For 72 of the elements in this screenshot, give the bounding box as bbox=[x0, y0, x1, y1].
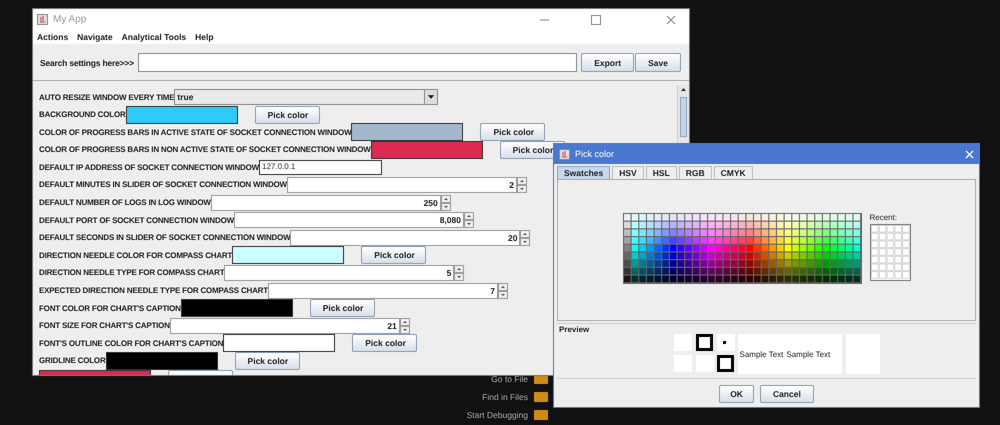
setting-label: GRIDLINE COLOR bbox=[39, 356, 106, 366]
number-field[interactable]: 8,080 bbox=[234, 212, 464, 228]
shortcut-label: Find in Files bbox=[482, 392, 528, 402]
shortcut-label: Start Debugging bbox=[466, 410, 528, 420]
sample-text: Sample Text bbox=[740, 350, 784, 358]
tab[interactable]: HSV bbox=[612, 166, 644, 179]
export-button[interactable]: Export bbox=[581, 53, 634, 72]
setting-label: BACKGROUND COLOR bbox=[39, 110, 126, 120]
shortcut-label: Go to File bbox=[491, 374, 528, 384]
app-icon bbox=[37, 14, 48, 25]
number-field[interactable]: 2 bbox=[286, 176, 517, 193]
pick-color-button[interactable]: Pick color bbox=[310, 299, 375, 318]
setting-label: COLOR OF PROGRESS BARS IN ACTIVE STATE OF SOCKET CONNECTION WINDOW bbox=[39, 128, 352, 137]
ok-button[interactable]: OK bbox=[719, 385, 754, 403]
spinner-arrows-icon[interactable] bbox=[520, 230, 530, 246]
setting-label: EXPECTED DIRECTION NEEDLE TYPE FOR COMPASS CHART bbox=[39, 286, 268, 296]
menu-item[interactable]: Analytical Tools bbox=[122, 32, 186, 42]
swatch-grid-drawing[interactable] bbox=[622, 213, 862, 284]
menu-item[interactable]: Help bbox=[195, 32, 214, 42]
spinner-arrows-icon[interactable] bbox=[498, 282, 508, 299]
window-title: My App bbox=[53, 14, 88, 25]
number-field[interactable]: 250 bbox=[210, 194, 441, 211]
preview-label: Preview bbox=[559, 325, 590, 334]
recent-label: Recent: bbox=[870, 213, 898, 222]
caret-icon[interactable] bbox=[424, 90, 438, 104]
search-field[interactable] bbox=[138, 53, 578, 72]
pick-color-button[interactable]: Pick color bbox=[480, 123, 546, 142]
pick-color-button[interactable]: Pick color bbox=[352, 334, 418, 352]
pick-color-button[interactable]: Pick color bbox=[361, 246, 426, 264]
setting-label: FONT SIZE FOR CHART'S CAPTION bbox=[39, 321, 170, 330]
setting-label: DEFAULT PORT OF SOCKET CONNECTION WINDOW bbox=[39, 216, 234, 225]
setting-label: DEFAULT MINUTES IN SLIDER OF SOCKET CONNECTION WINDOW bbox=[39, 180, 287, 190]
setting-label: DIRECTION NEEDLE COLOR FOR COMPASS CHART bbox=[39, 250, 232, 260]
setting-label: COLOR OF PROGRESS BARS IN NON ACTIVE STATE OF SOCKET CONNECTION WINDOW bbox=[39, 145, 371, 154]
app-icon bbox=[559, 148, 570, 160]
sample-text: Sample Text bbox=[786, 350, 830, 358]
setting-label: FONT'S OUTLINE COLOR FOR CHART'S CAPTION bbox=[39, 338, 224, 348]
setting-label: FONT COLOR FOR CHART'S CAPTION bbox=[39, 304, 181, 313]
close-icon[interactable] bbox=[965, 150, 974, 158]
number-field[interactable]: 20 bbox=[290, 230, 520, 246]
setting-label: DEFAULT SECONDS IN SLIDER OF SOCKET CONNECTION WINDOW bbox=[39, 233, 290, 242]
pick-color-button[interactable]: Pick color bbox=[254, 106, 320, 124]
setting-label: AUTO RESIZE WINDOW EVERY TIME bbox=[39, 92, 174, 102]
tab[interactable]: HSL bbox=[646, 166, 677, 179]
cancel-button[interactable]: Cancel bbox=[760, 385, 814, 403]
spinner-arrows-icon[interactable] bbox=[454, 264, 464, 281]
spinner-arrows-icon[interactable] bbox=[516, 176, 527, 193]
dropdown[interactable]: true bbox=[174, 89, 438, 105]
input-field[interactable]: 127.0.0.1 bbox=[259, 160, 382, 175]
number-field[interactable]: 21 bbox=[170, 318, 400, 334]
key-badge bbox=[534, 410, 548, 420]
spinner-arrows-icon[interactable] bbox=[440, 194, 451, 211]
tab[interactable]: Swatches bbox=[557, 166, 610, 179]
recent-swatches-drawing[interactable] bbox=[870, 224, 910, 281]
preview-drawing bbox=[674, 334, 738, 374]
menu-item[interactable]: Actions bbox=[37, 32, 68, 42]
spinner-arrows-icon[interactable] bbox=[464, 212, 474, 228]
setting-label: DEFAULT IP ADDRESS OF SOCKET CONNECTION WINDOW bbox=[39, 162, 259, 172]
setting-label: DEFAULT NUMBER OF LOGS IN LOG WINDOW bbox=[39, 198, 211, 208]
dialog-title: Pick color bbox=[575, 149, 616, 159]
number-field[interactable]: 5 bbox=[224, 264, 454, 281]
spinner-arrows-icon[interactable] bbox=[400, 318, 410, 334]
key-badge bbox=[534, 392, 548, 402]
scrollbar-thumb[interactable] bbox=[680, 97, 687, 137]
tab[interactable]: CMYK bbox=[714, 166, 753, 179]
search-label: Search settings here>>> bbox=[40, 58, 134, 68]
number-field[interactable]: 7 bbox=[268, 282, 498, 299]
pick-color-button[interactable]: Pick color bbox=[234, 352, 300, 370]
menu-item[interactable]: Navigate bbox=[77, 32, 113, 42]
tab[interactable]: RGB bbox=[678, 166, 712, 179]
save-button[interactable]: Save bbox=[635, 53, 681, 72]
setting-label: DIRECTION NEEDLE TYPE FOR COMPASS CHART bbox=[39, 268, 224, 278]
